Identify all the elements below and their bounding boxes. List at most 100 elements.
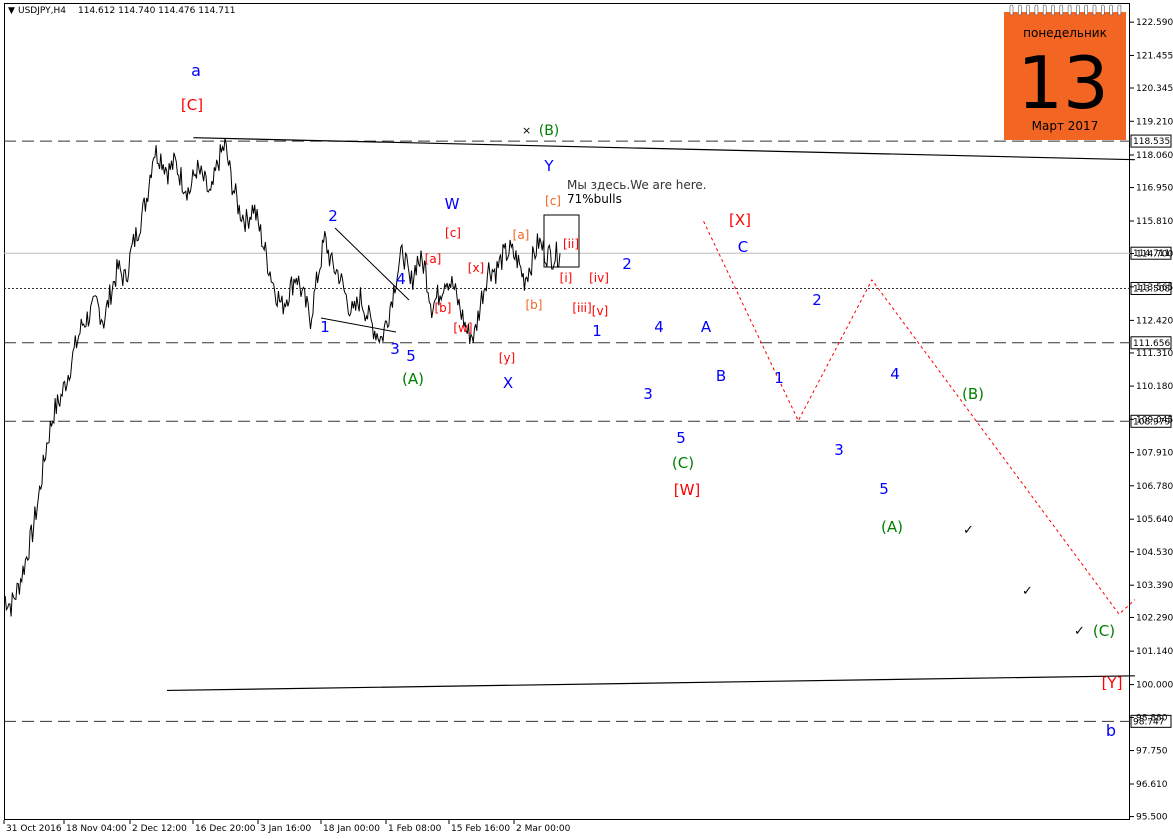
calendar-ring bbox=[1051, 4, 1055, 16]
wave-label: 1 bbox=[592, 322, 602, 340]
wave-label: [C] bbox=[181, 96, 203, 114]
y-tick-label: 98.880 bbox=[1136, 713, 1168, 723]
wave-label: 3 bbox=[390, 340, 400, 358]
wave-label: [Y] bbox=[1102, 674, 1123, 692]
wave-label: [iv] bbox=[589, 271, 609, 285]
wave-label: W bbox=[445, 195, 460, 213]
wave-label: 5 bbox=[676, 429, 686, 447]
x-tick-label: 18 Jan 00:00 bbox=[323, 824, 380, 834]
sentiment-note: 71%bulls bbox=[567, 192, 622, 206]
wave-label: C bbox=[738, 238, 748, 256]
wave-label: 4 bbox=[654, 318, 664, 336]
wave-label: 1 bbox=[774, 369, 784, 387]
chart-background bbox=[0, 0, 1173, 839]
calendar-ring bbox=[1109, 4, 1113, 16]
wave-label: [i] bbox=[560, 271, 573, 285]
cross-marker-icon: × bbox=[522, 124, 531, 137]
wave-label: (A) bbox=[402, 370, 424, 388]
wave-label: (A) bbox=[881, 518, 903, 536]
calendar-ring bbox=[1009, 4, 1014, 16]
wave-label: (C) bbox=[1093, 622, 1115, 640]
wave-label: 5 bbox=[879, 480, 889, 498]
wave-label: [W] bbox=[674, 481, 701, 499]
check-mark-icon: ✓ bbox=[963, 523, 974, 538]
wave-label: [v] bbox=[592, 304, 608, 318]
calendar-weekday: понедельник bbox=[1023, 26, 1107, 40]
y-tick-label: 120.345 bbox=[1136, 84, 1173, 94]
y-tick-label: 112.420 bbox=[1136, 316, 1173, 326]
level-price-label: 111.656 bbox=[1133, 339, 1170, 349]
symbol-label: USDJPY,H4 bbox=[18, 6, 66, 16]
x-tick-label: 3 Jan 16:00 bbox=[260, 824, 312, 834]
wave-label: [a] bbox=[513, 228, 530, 242]
wave-label: (B) bbox=[962, 385, 984, 403]
x-tick-label: 16 Dec 20:00 bbox=[195, 824, 256, 834]
wave-label: Y bbox=[543, 157, 554, 175]
calendar-ring bbox=[1059, 4, 1064, 16]
wave-label: 1 bbox=[320, 318, 330, 336]
y-tick-label: 118.060 bbox=[1136, 151, 1173, 161]
wave-label: a bbox=[191, 61, 201, 80]
wave-label: 4 bbox=[396, 270, 406, 288]
wave-label: [w] bbox=[453, 321, 472, 335]
y-tick-label: 114.700 bbox=[1136, 250, 1173, 260]
wave-label: [ii] bbox=[563, 237, 579, 251]
wave-label: (C) bbox=[672, 454, 694, 472]
y-tick-label: 101.140 bbox=[1136, 647, 1173, 657]
calendar-ring bbox=[1117, 4, 1122, 16]
y-tick-label: 122.590 bbox=[1136, 18, 1173, 28]
check-mark-icon: ✓ bbox=[1022, 584, 1033, 599]
wave-label: 2 bbox=[328, 207, 338, 225]
y-tick-label: 107.910 bbox=[1136, 449, 1173, 459]
x-tick-label: 31 Oct 2016 bbox=[6, 824, 62, 834]
wave-label: (B) bbox=[539, 123, 560, 139]
wave-label: [X] bbox=[729, 211, 751, 229]
wave-label: 5 bbox=[406, 347, 416, 365]
calendar-ring bbox=[1084, 4, 1088, 16]
x-tick-label: 18 Nov 04:00 bbox=[66, 824, 127, 834]
wave-label: 3 bbox=[643, 385, 653, 403]
calendar-day: 13 bbox=[1017, 41, 1109, 125]
ohlc-readout: 114.612 114.740 114.476 114.711 bbox=[78, 6, 235, 16]
wave-label: 2 bbox=[812, 291, 822, 309]
wave-label: 3 bbox=[834, 441, 844, 459]
y-tick-label: 96.610 bbox=[1136, 780, 1168, 790]
calendar-ring bbox=[1101, 4, 1105, 16]
wave-label: X bbox=[503, 374, 513, 392]
x-tick-label: 2 Dec 12:00 bbox=[132, 824, 187, 834]
wave-label: [y] bbox=[499, 351, 515, 365]
calendar-month-year: Март 2017 bbox=[1032, 119, 1099, 133]
level-price-label: 118.535 bbox=[1133, 137, 1170, 147]
dropdown-arrow-icon[interactable]: ▼ bbox=[8, 6, 15, 16]
calendar-ring bbox=[1076, 4, 1080, 16]
wave-label: 2 bbox=[622, 255, 632, 273]
chart-header: ▼ USDJPY,H4 114.612 114.740 114.476 114.… bbox=[8, 6, 235, 16]
calendar-ring bbox=[1042, 4, 1047, 16]
y-tick-label: 97.750 bbox=[1136, 747, 1168, 757]
calendar-ring bbox=[1034, 4, 1039, 16]
y-tick-label: 113.565 bbox=[1136, 283, 1173, 293]
y-tick-label: 110.180 bbox=[1136, 382, 1173, 392]
y-tick-label: 105.640 bbox=[1136, 515, 1173, 525]
check-mark-icon: ✓ bbox=[1074, 624, 1085, 639]
wave-label: 4 bbox=[890, 365, 900, 383]
wave-label: [c] bbox=[545, 194, 561, 208]
wave-label: [x] bbox=[468, 261, 484, 275]
y-tick-label: 102.290 bbox=[1136, 613, 1173, 623]
wave-label: [c] bbox=[445, 226, 461, 240]
y-tick-label: 95.500 bbox=[1136, 813, 1168, 823]
calendar-ring bbox=[1017, 4, 1022, 16]
we-are-here-note: Мы здесь.We are here. bbox=[567, 178, 707, 192]
wave-label: [a] bbox=[425, 252, 442, 266]
calendar-ring bbox=[1092, 4, 1097, 16]
y-tick-label: 103.390 bbox=[1136, 581, 1173, 591]
calendar-ring bbox=[1026, 4, 1030, 16]
wave-label: [b] bbox=[526, 298, 543, 312]
y-tick-label: 100.000 bbox=[1136, 681, 1173, 691]
y-tick-label: 106.780 bbox=[1136, 482, 1173, 492]
wave-label: A bbox=[701, 318, 712, 336]
usdjpy-chart[interactable]: ▼ USDJPY,H4 114.612 114.740 114.476 114.… bbox=[0, 0, 1173, 839]
wave-label: B bbox=[716, 367, 726, 385]
y-tick-label: 121.455 bbox=[1136, 51, 1173, 61]
wave-label: b bbox=[1106, 721, 1116, 740]
